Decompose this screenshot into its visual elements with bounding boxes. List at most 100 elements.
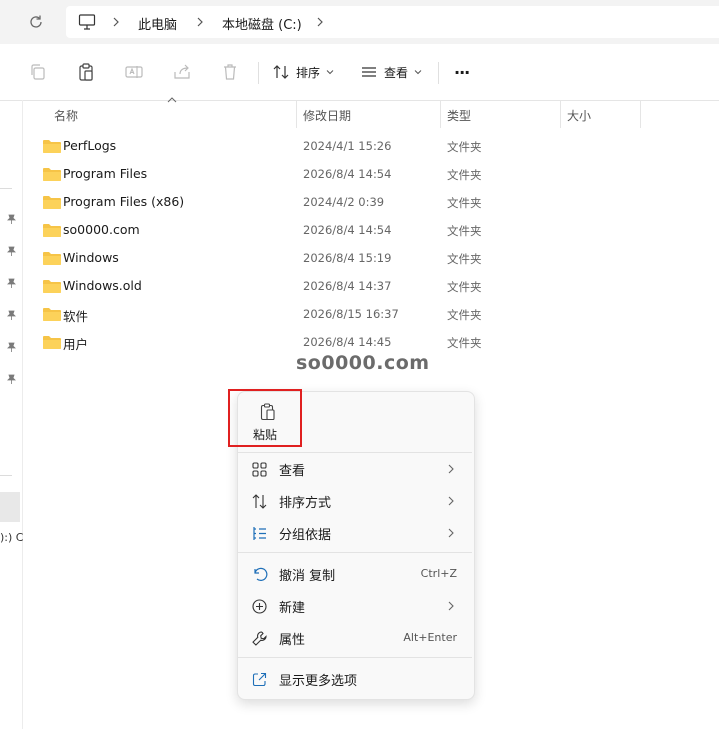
file-name: Windows.old (63, 278, 142, 293)
nav-selected-item[interactable] (0, 492, 20, 522)
menu-item-sort-by[interactable]: 排序方式 (241, 486, 469, 516)
menu-item-shortcut: Ctrl+Z (420, 567, 457, 580)
sort-button[interactable]: 排序 (272, 60, 334, 84)
column-header-size[interactable]: 大小 (561, 100, 640, 128)
file-row[interactable]: Windows 2026/8/4 15:19 文件夹 (24, 244, 664, 272)
file-modified: 2026/8/4 15:19 (303, 251, 392, 265)
chevron-down-icon (414, 70, 422, 75)
pin-icon (7, 310, 16, 320)
menu-item-label: 属性 (279, 633, 306, 648)
menu-item-label: 分组依据 (279, 528, 332, 543)
file-name: PerfLogs (63, 138, 117, 153)
chevron-right-icon (448, 528, 454, 538)
file-type: 文件夹 (447, 168, 482, 182)
pin-icon (7, 278, 16, 288)
share-icon (252, 672, 267, 687)
more-options-button[interactable]: ··· (454, 60, 470, 84)
computer-icon (78, 14, 96, 30)
column-type-label: 类型 (447, 109, 472, 123)
file-modified: 2024/4/1 15:26 (303, 139, 392, 153)
group-icon (253, 527, 266, 540)
menu-item-shortcut: Alt+Enter (403, 631, 457, 644)
menu-divider (238, 452, 472, 453)
address-bar[interactable]: 此电脑 本地磁盘 (C:) (66, 6, 719, 38)
address-bar-area: 此电脑 本地磁盘 (C:) (0, 0, 719, 44)
rename-icon[interactable] (124, 62, 144, 82)
chevron-right-icon (448, 601, 454, 611)
menu-item-undo-copy[interactable]: 撤消 复制 Ctrl+Z (241, 559, 469, 589)
file-row[interactable]: Program Files (x86) 2024/4/2 0:39 文件夹 (24, 188, 664, 216)
breadcrumb-this-pc[interactable]: 此电脑 (138, 14, 177, 33)
view-list-icon (362, 67, 376, 77)
nav-divider (0, 475, 12, 476)
undo-icon (254, 567, 268, 581)
folder-icon (43, 308, 61, 321)
file-modified: 2026/8/4 14:54 (303, 167, 392, 181)
folder-icon (43, 280, 61, 293)
view-label: 查看 (384, 65, 409, 80)
menu-divider (238, 552, 472, 553)
menu-item-new[interactable]: 新建 (241, 591, 469, 621)
share-icon[interactable] (172, 62, 192, 82)
paste-label: 粘贴 (252, 428, 277, 442)
navigation-pane (0, 100, 23, 729)
column-size-label: 大小 (567, 109, 592, 123)
folder-icon (43, 252, 61, 265)
file-row[interactable]: Windows.old 2026/8/4 14:37 文件夹 (24, 272, 664, 300)
file-type: 文件夹 (447, 308, 482, 322)
file-row[interactable]: PerfLogs 2024/4/1 15:26 文件夹 (24, 132, 664, 160)
toolbar-divider (438, 62, 439, 84)
wrench-icon (252, 631, 267, 646)
folder-icon (43, 224, 61, 237)
file-row[interactable]: Program Files 2026/8/4 14:54 文件夹 (24, 160, 664, 188)
nav-divider (0, 188, 12, 189)
paste-icon (260, 403, 275, 421)
column-header-type[interactable]: 类型 (441, 100, 560, 128)
menu-item-label: 新建 (279, 601, 306, 616)
file-type: 文件夹 (447, 252, 482, 266)
file-name: Program Files (63, 166, 148, 181)
nav-drive-label[interactable]: ):) C (0, 531, 23, 544)
view-button[interactable]: 查看 (360, 60, 422, 84)
column-header-modified[interactable]: 修改日期 (297, 100, 440, 128)
menu-item-view[interactable]: 查看 (241, 454, 469, 484)
folder-icon (43, 140, 61, 153)
menu-item-properties[interactable]: 属性 Alt+Enter (241, 623, 469, 653)
column-divider[interactable] (640, 100, 641, 128)
delete-icon[interactable] (220, 62, 240, 82)
toolbar-divider (258, 62, 259, 84)
chevron-right-icon[interactable] (314, 16, 326, 28)
file-row[interactable]: so0000.com 2026/8/4 14:54 文件夹 (24, 216, 664, 244)
menu-item-label: 撤消 复制 (279, 569, 336, 584)
menu-item-show-more-options[interactable]: 显示更多选项 (241, 664, 469, 694)
sort-icon (252, 494, 267, 509)
file-type: 文件夹 (447, 196, 482, 210)
paste-icon[interactable] (76, 62, 96, 82)
pin-icon (7, 374, 16, 384)
chevron-right-icon (197, 17, 203, 27)
paste-button[interactable]: 粘贴 (228, 389, 302, 447)
chevron-right-icon (113, 17, 119, 27)
chevron-down-icon (326, 70, 334, 75)
file-name: so0000.com (63, 222, 140, 237)
copy-icon[interactable] (28, 62, 48, 82)
file-row[interactable]: 软件 2026/8/15 16:37 文件夹 (24, 300, 664, 328)
menu-item-group-by[interactable]: 分组依据 (241, 518, 469, 548)
menu-item-label: 排序方式 (279, 496, 332, 511)
pin-icon (7, 342, 16, 352)
chevron-right-icon (448, 496, 454, 506)
file-name: 用户 (63, 337, 89, 352)
file-modified: 2026/8/4 14:37 (303, 279, 392, 293)
file-modified: 2026/8/4 14:54 (303, 223, 392, 237)
file-name: 软件 (63, 309, 89, 324)
refresh-icon[interactable] (26, 12, 46, 32)
column-header-name[interactable]: 名称 (24, 100, 296, 128)
file-type: 文件夹 (447, 280, 482, 294)
command-bar: 排序 查看 ··· (0, 44, 719, 101)
file-type: 文件夹 (447, 140, 482, 154)
sort-icon (273, 65, 289, 79)
pin-icon (7, 246, 16, 256)
chevron-right-icon (448, 464, 454, 474)
breadcrumb-local-disk[interactable]: 本地磁盘 (C:) (222, 14, 302, 33)
column-name-label: 名称 (54, 109, 79, 123)
